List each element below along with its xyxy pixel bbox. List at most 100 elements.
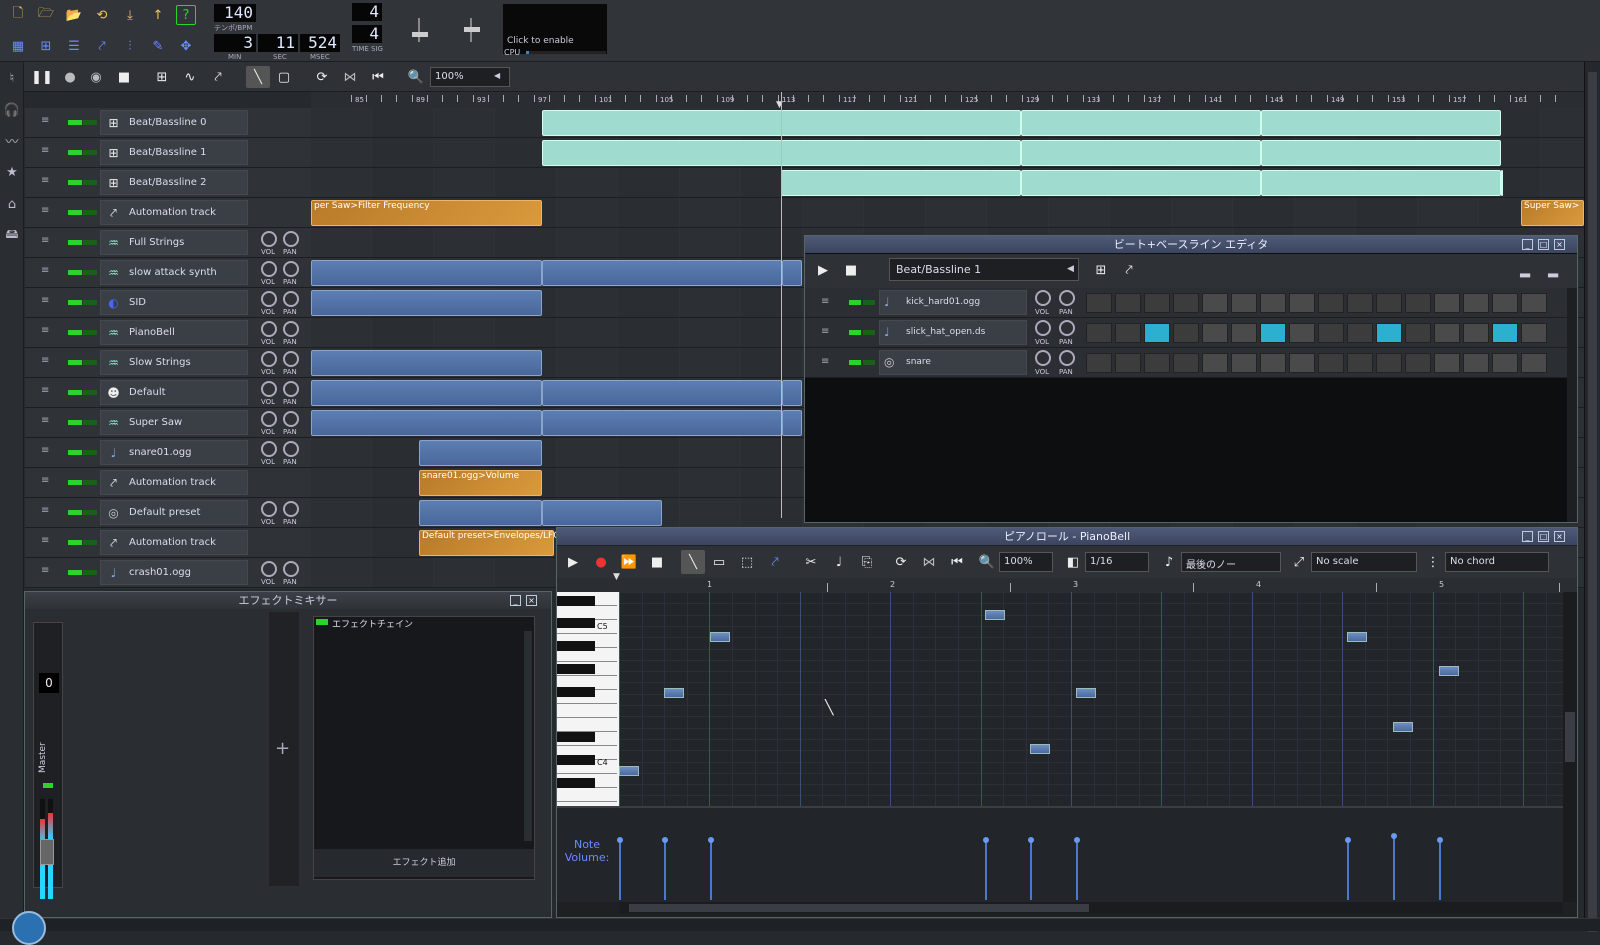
melody-clip[interactable] [542,500,662,526]
track-grip-icon[interactable]: ≡ [41,266,51,276]
my-projects-icon[interactable]: 🎧 [2,100,22,120]
volume-bar[interactable] [983,837,989,900]
black-key[interactable] [557,755,595,765]
pan-knob[interactable] [283,381,299,397]
quantize-icon[interactable]: ◧ [1063,552,1083,572]
bb-pattern-clip[interactable] [781,170,1021,196]
note-block[interactable] [1439,666,1459,676]
pan-knob[interactable] [283,321,299,337]
song-vertical-scrollbar[interactable] [1584,62,1600,932]
melody-clip[interactable] [782,410,802,436]
stop-behaviour-icon[interactable]: ⋈ [340,67,360,87]
root-directory-icon[interactable]: 🖴 [2,226,22,246]
track-grip-icon[interactable]: ≡ [41,446,51,456]
note-grid[interactable] [619,592,1563,806]
minimize-icon[interactable]: _ [1522,531,1533,542]
add-sample-track-icon[interactable]: ∿ [180,67,200,87]
volume-bar[interactable] [1391,833,1397,900]
step-button[interactable] [1086,323,1112,343]
remove-steps-icon[interactable]: ▂ [1515,260,1535,280]
step-button[interactable] [1318,293,1344,313]
step-button[interactable] [1231,353,1257,373]
bb-play-icon[interactable]: ▶ [813,260,833,280]
track-grip-icon[interactable]: ≡ [41,536,51,546]
copy-icon[interactable]: ♩ [829,552,849,572]
track-mute-led[interactable] [68,540,82,545]
tempo-display[interactable]: 140 [214,4,256,22]
track-solo-led[interactable] [83,480,97,485]
track-grip-icon[interactable]: ≡ [41,296,51,306]
volume-knob[interactable] [1035,290,1051,306]
step-button[interactable] [1463,293,1489,313]
bb-pattern-clip[interactable] [1501,170,1503,196]
paste-icon[interactable]: ⎘ [857,552,877,572]
pr-record-playing-icon[interactable]: ⏩ [619,552,639,572]
effect-chain-led[interactable] [316,619,328,625]
melody-clip[interactable] [419,500,542,526]
track-mute-led[interactable] [849,360,861,365]
melody-clip[interactable] [782,260,802,286]
step-button[interactable] [1434,323,1460,343]
pause-icon[interactable]: ❚❚ [31,67,53,87]
bb-stop-icon[interactable]: ■ [841,260,861,280]
step-button[interactable] [1347,293,1373,313]
bb-pattern-clip[interactable] [1261,140,1501,166]
volume-knob[interactable] [261,261,277,277]
track-grip-icon[interactable]: ≡ [41,116,51,126]
track-mute-led[interactable] [68,300,82,305]
step-button[interactable] [1086,353,1112,373]
add-steps-icon[interactable]: ▂ [1543,260,1563,280]
recent-files-icon[interactable]: ⟲ [92,5,112,25]
step-button[interactable] [1318,353,1344,373]
track-grip-icon[interactable]: ≡ [41,386,51,396]
melody-clip[interactable] [542,410,782,436]
track-mute-led[interactable] [849,330,861,335]
step-button[interactable] [1260,293,1286,313]
track-solo-led[interactable] [83,330,97,335]
step-button[interactable] [1144,353,1170,373]
step-button[interactable] [1376,353,1402,373]
track-mute-led[interactable] [68,150,82,155]
piano-keyboard[interactable]: C5 C4 [557,592,619,806]
track-mute-led[interactable] [68,480,82,485]
pan-knob[interactable] [1059,290,1075,306]
track-solo-led[interactable] [83,420,97,425]
maximize-icon[interactable]: □ [1538,531,1549,542]
step-button[interactable] [1289,293,1315,313]
black-key[interactable] [557,778,595,788]
volume-bar[interactable] [617,837,623,900]
note-block[interactable] [1393,722,1413,732]
bb-scrollbar[interactable] [1567,288,1577,522]
track-grip-icon[interactable]: ≡ [821,296,829,307]
fx-mixer-icon[interactable]: ⫶ [120,36,140,56]
bb-track-name-button[interactable]: ◎ snare [879,350,1027,375]
step-button[interactable] [1115,353,1141,373]
note-block[interactable] [710,632,730,642]
add-channel-icon[interactable]: + [275,738,290,759]
track-solo-led[interactable] [83,150,97,155]
pr-playhead-marker-icon[interactable]: ▼ [613,572,620,582]
pan-knob[interactable] [283,261,299,277]
black-key[interactable] [557,732,595,742]
volume-knob[interactable] [261,381,277,397]
melody-clip[interactable] [419,440,542,466]
volume-knob[interactable] [261,321,277,337]
quantize-select[interactable]: 1/16 [1085,552,1149,572]
track-grip-icon[interactable]: ≡ [821,326,829,337]
track-grip-icon[interactable]: ≡ [41,176,51,186]
chord-select[interactable]: No chord [1445,552,1549,572]
bb-track-name-button[interactable]: ♩ kick_hard01.ogg [879,290,1027,315]
note-block[interactable] [1030,744,1050,754]
volume-bar[interactable] [1437,837,1443,900]
chord-icon[interactable]: ⋮ [1423,552,1443,572]
whats-this-icon[interactable]: ? [176,5,196,25]
bb-pattern-select[interactable]: Beat/Bassline 1 [889,258,1079,281]
step-button[interactable] [1289,323,1315,343]
new-file-icon[interactable]: 🗋 [8,5,28,25]
track-grip-icon[interactable]: ≡ [41,146,51,156]
melody-clip[interactable] [311,290,542,316]
zoom-dropdown-arrow-icon[interactable]: ◀ [494,71,500,80]
track-name-button[interactable]: ♒ Slow Strings [100,350,248,375]
track-solo-led[interactable] [83,360,97,365]
step-button[interactable] [1347,353,1373,373]
